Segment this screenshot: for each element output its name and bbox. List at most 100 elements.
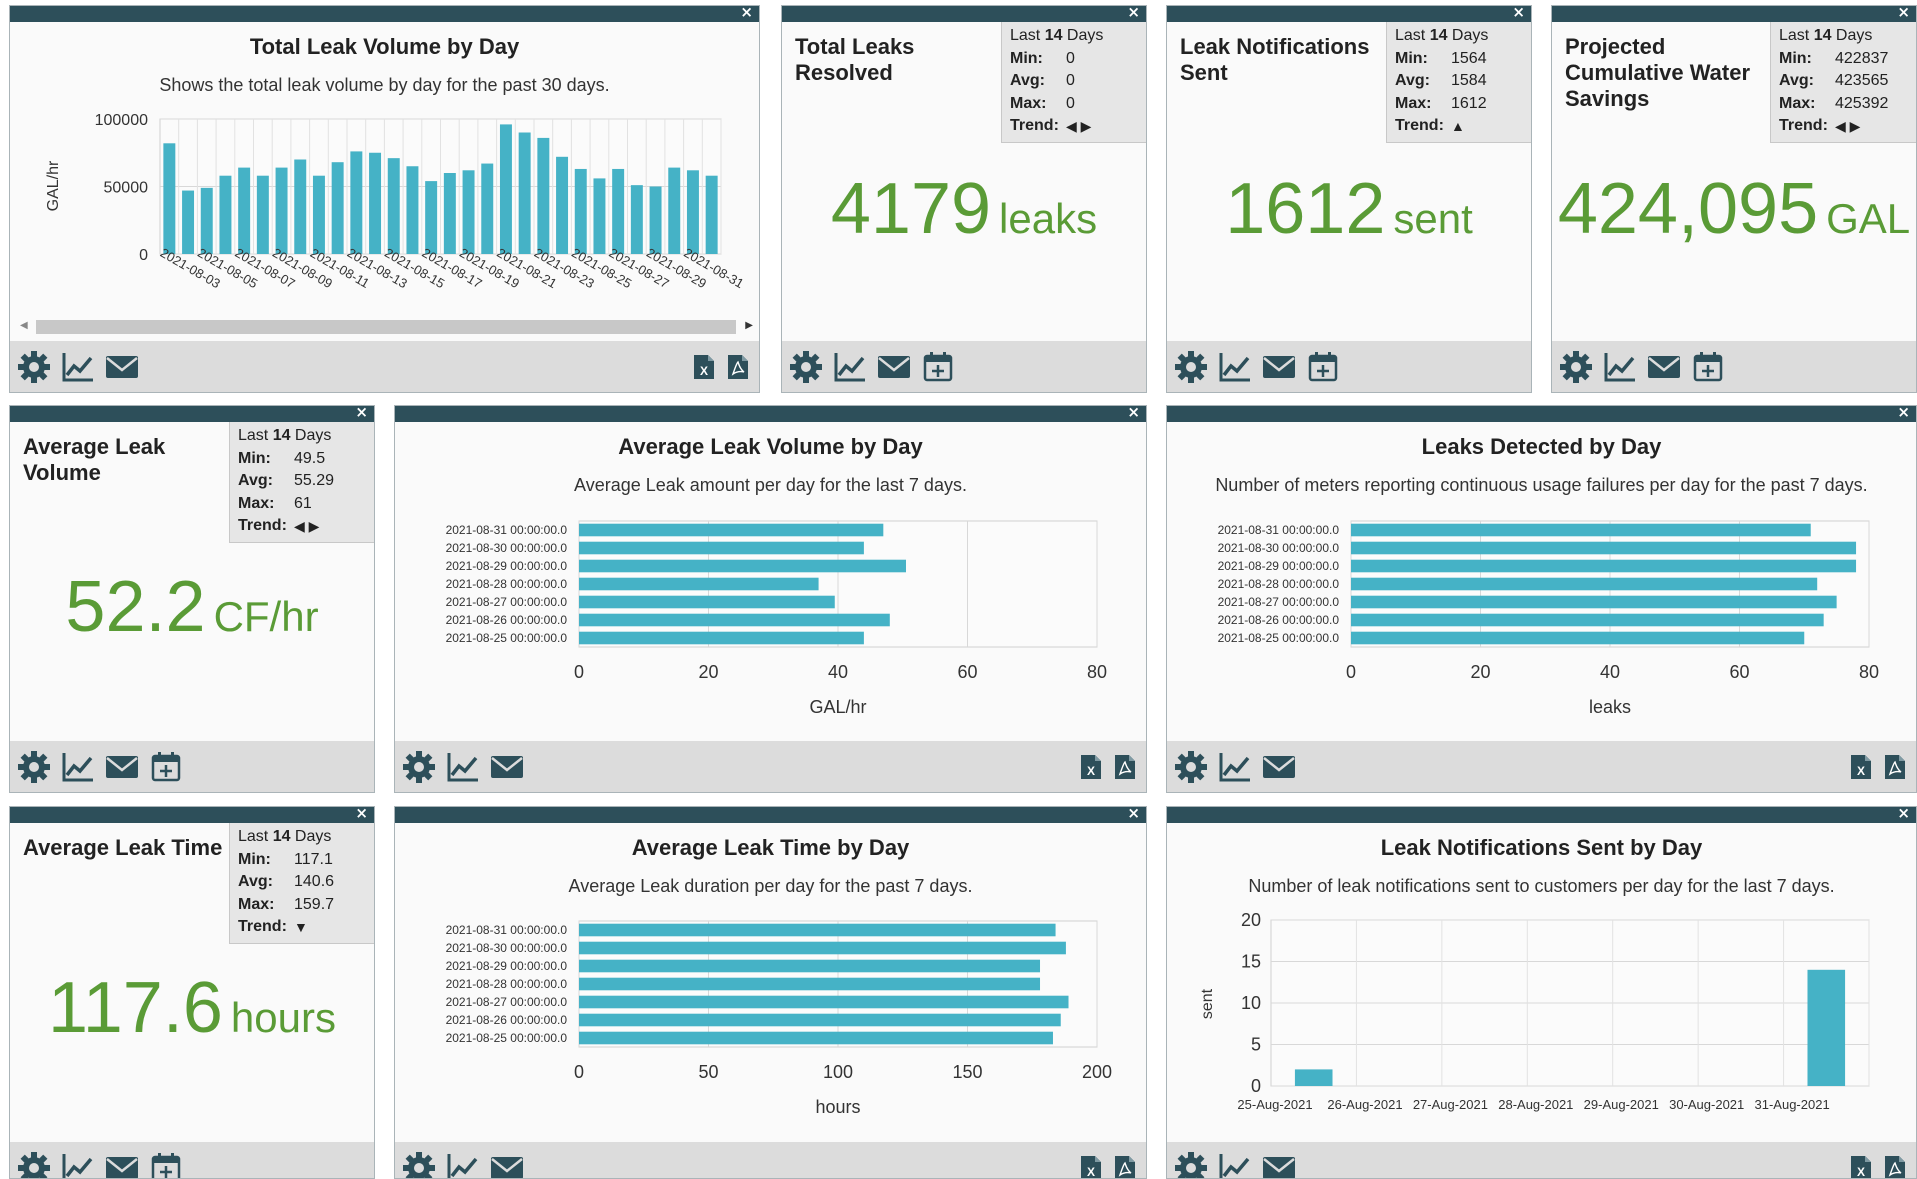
stats-label: Trend: — [1010, 117, 1059, 134]
gear-icon[interactable] — [16, 749, 52, 785]
stats-trend-row: Trend: ▲ — [1395, 115, 1531, 138]
stats-value: 1584 — [1451, 72, 1487, 89]
stats-trend-row: Trend: ▼ — [238, 916, 374, 939]
line-chart-icon[interactable] — [60, 1150, 96, 1178]
email-icon[interactable] — [489, 749, 525, 785]
excel-export-icon[interactable]: X — [1080, 754, 1102, 780]
stats-period-text: Days — [1831, 27, 1873, 44]
stats-panel: Last 14 Days Min: 422837 Avg: 423565 Max: 4253… — [1770, 22, 1916, 143]
calendar-add-icon[interactable] — [148, 749, 184, 785]
pdf-export-icon[interactable] — [727, 354, 749, 380]
x-tick-label: 80 — [1859, 662, 1879, 682]
scroll-right-icon[interactable]: ▶ — [745, 320, 753, 331]
gear-icon[interactable] — [1173, 349, 1209, 385]
gear-icon[interactable] — [1173, 749, 1209, 785]
line-chart-icon[interactable] — [445, 749, 481, 785]
excel-export-icon[interactable]: X — [693, 354, 715, 380]
pdf-export-icon[interactable] — [1114, 1155, 1136, 1178]
pdf-export-icon[interactable] — [1884, 1155, 1906, 1178]
x-tick-label: 40 — [828, 662, 848, 682]
close-icon[interactable]: × — [1512, 6, 1525, 20]
gear-icon[interactable] — [788, 349, 824, 385]
calendar-add-icon[interactable] — [148, 1150, 184, 1178]
close-icon[interactable]: × — [1127, 6, 1140, 20]
close-icon[interactable]: × — [355, 406, 368, 420]
gear-icon[interactable] — [1558, 349, 1594, 385]
bar — [1294, 1069, 1333, 1086]
bar — [1351, 595, 1837, 609]
widget-leaks-detected-by-day: × Leaks Detected by Day Number of meters… — [1166, 405, 1917, 793]
line-chart-icon[interactable] — [1602, 349, 1638, 385]
excel-export-icon[interactable]: X — [1850, 1155, 1872, 1178]
stats-trend-row: Trend: ◀ ▶ — [1010, 115, 1146, 138]
stats-min-row: Min: 1564 — [1395, 48, 1531, 71]
close-icon[interactable]: × — [1897, 6, 1910, 20]
y-axis-label: sent — [1199, 988, 1216, 1019]
y-tick-label: 2021-08-26 00:00:00.0 — [446, 613, 568, 627]
bar — [518, 132, 531, 254]
pdf-export-icon[interactable] — [1114, 754, 1136, 780]
bar — [630, 185, 643, 254]
bar — [705, 175, 718, 254]
scroll-left-icon[interactable]: ◀ — [20, 320, 28, 331]
email-icon[interactable] — [1261, 1150, 1297, 1178]
stats-period-text: 14 — [1429, 27, 1448, 44]
trend-icon[interactable]: ◀ ▶ — [1835, 115, 1860, 138]
stats-min-row: Min: 422837 — [1779, 48, 1916, 71]
trend-icon[interactable]: ◀ ▶ — [1066, 115, 1091, 138]
bar — [350, 151, 363, 254]
email-icon[interactable] — [1261, 749, 1297, 785]
scrollbar-thumb[interactable] — [36, 320, 736, 334]
y-tick-label: 0 — [1251, 1076, 1261, 1096]
email-icon[interactable] — [104, 749, 140, 785]
bar — [579, 941, 1066, 955]
email-icon[interactable] — [104, 1150, 140, 1178]
line-chart-icon[interactable] — [832, 349, 868, 385]
calendar-add-icon[interactable] — [1690, 349, 1726, 385]
y-tick-label: 15 — [1241, 952, 1261, 972]
y-tick-label: 2021-08-27 00:00:00.0 — [1218, 595, 1340, 609]
email-icon[interactable] — [1261, 349, 1297, 385]
stats-period-text: Days — [290, 828, 332, 845]
line-chart-icon[interactable] — [1217, 1150, 1253, 1178]
widget-total-leaks-resolved: × Total Leaks Resolved Last 14 Days Min: 0… — [781, 5, 1147, 393]
widget-footer — [10, 1142, 374, 1178]
pdf-export-icon[interactable] — [1884, 754, 1906, 780]
stats-label: Min: — [238, 449, 271, 467]
line-chart-icon[interactable] — [1217, 349, 1253, 385]
trend-icon[interactable]: ▲ — [1451, 115, 1465, 138]
gear-icon[interactable] — [16, 349, 52, 385]
bar — [686, 170, 699, 254]
horizontal-scrollbar[interactable]: ◀ ▶ — [16, 316, 755, 336]
close-icon[interactable]: × — [355, 807, 368, 821]
line-chart-icon[interactable] — [1217, 749, 1253, 785]
line-chart-icon[interactable] — [60, 749, 96, 785]
email-icon[interactable] — [1646, 349, 1682, 385]
line-chart-icon[interactable] — [445, 1150, 481, 1178]
widget-header: × — [782, 6, 1146, 22]
x-tick-label: 20 — [698, 662, 718, 682]
bar — [1351, 523, 1811, 537]
calendar-add-icon[interactable] — [1305, 349, 1341, 385]
gear-icon[interactable] — [16, 1150, 52, 1178]
gear-icon[interactable] — [401, 749, 437, 785]
calendar-add-icon[interactable] — [920, 349, 956, 385]
line-chart-icon[interactable] — [60, 349, 96, 385]
email-icon[interactable] — [489, 1150, 525, 1178]
footer-actions — [401, 1150, 525, 1178]
excel-export-icon[interactable]: X — [1850, 754, 1872, 780]
stats-value: 1564 — [1451, 49, 1487, 67]
email-icon[interactable] — [876, 349, 912, 385]
footer-actions — [16, 349, 140, 385]
x-tick-label: 0 — [1346, 662, 1356, 682]
excel-export-icon[interactable]: X — [1080, 1155, 1102, 1178]
email-icon[interactable] — [104, 349, 140, 385]
stats-label: Avg: — [238, 472, 273, 489]
gear-icon[interactable] — [1173, 1150, 1209, 1178]
trend-icon[interactable]: ▼ — [294, 916, 308, 939]
stats-period: Last 14 Days — [238, 826, 374, 849]
y-tick-label: 2021-08-27 00:00:00.0 — [446, 595, 568, 609]
trend-icon[interactable]: ◀ ▶ — [294, 515, 319, 538]
x-tick-label: 28-Aug-2021 — [1498, 1097, 1573, 1112]
gear-icon[interactable] — [401, 1150, 437, 1178]
